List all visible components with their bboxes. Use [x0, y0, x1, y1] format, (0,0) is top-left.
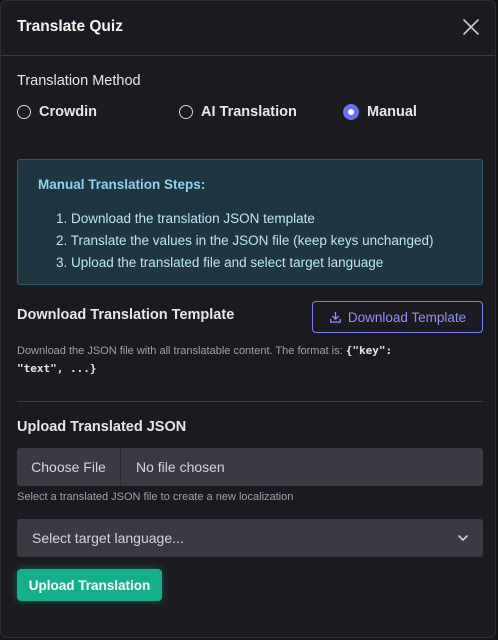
radio-ai-translation[interactable]: AI Translation [179, 102, 297, 122]
radio-manual-label: Manual [367, 104, 417, 120]
download-format-code-1: {"key": [345, 344, 393, 357]
close-button[interactable] [459, 15, 483, 39]
modal-title: Translate Quiz [17, 18, 123, 35]
radio-crowdin[interactable]: Crowdin [17, 102, 97, 122]
file-input[interactable]: Choose File No file chosen [17, 448, 483, 486]
manual-steps-title: Manual Translation Steps: [38, 177, 206, 192]
download-format-code-2: "text", ...} [17, 362, 97, 375]
download-icon [329, 311, 341, 323]
translation-method-radio-group: Crowdin AI Translation Manual [17, 102, 477, 122]
step-item: 3. Upload the translated file and select… [56, 255, 384, 270]
no-file-chosen-text: No file chosen [136, 459, 225, 475]
modal-header: Translate Quiz [1, 1, 495, 56]
radio-checked-icon [343, 104, 359, 120]
radio-crowdin-label: Crowdin [39, 104, 97, 120]
radio-ai-translation-label: AI Translation [201, 104, 297, 120]
target-language-placeholder: Select target language... [32, 530, 184, 546]
download-template-button-label: Download Template [347, 309, 467, 325]
upload-translation-button[interactable]: Upload Translation [17, 569, 162, 601]
radio-circle-icon [179, 105, 193, 119]
manual-steps-list: 1. Download the translation JSON templat… [56, 208, 433, 274]
section-divider [17, 401, 483, 402]
step-item: 2. Translate the values in the JSON file… [56, 233, 434, 248]
upload-json-label: Upload Translated JSON [17, 419, 187, 435]
radio-circle-icon [17, 105, 31, 119]
translation-method-label: Translation Method [17, 73, 141, 89]
translate-quiz-modal: Translate Quiz Translation Method Crowdi… [0, 0, 496, 638]
download-help-prefix: Download the JSON file with all translat… [17, 345, 346, 357]
step-item: 1. Download the translation JSON templat… [56, 211, 315, 226]
target-language-select[interactable]: Select target language... [17, 519, 483, 557]
manual-steps-alert: Manual Translation Steps: 1. Download th… [17, 159, 483, 285]
choose-file-button[interactable]: Choose File [17, 448, 121, 486]
upload-help-text: Select a translated JSON file to create … [17, 491, 294, 503]
download-help-text: Download the JSON file with all translat… [17, 342, 487, 378]
radio-manual[interactable]: Manual [343, 102, 417, 122]
download-template-label: Download Translation Template [17, 307, 235, 323]
download-template-button[interactable]: Download Template [312, 301, 483, 333]
close-icon [463, 19, 479, 35]
chevron-down-icon [458, 535, 468, 541]
